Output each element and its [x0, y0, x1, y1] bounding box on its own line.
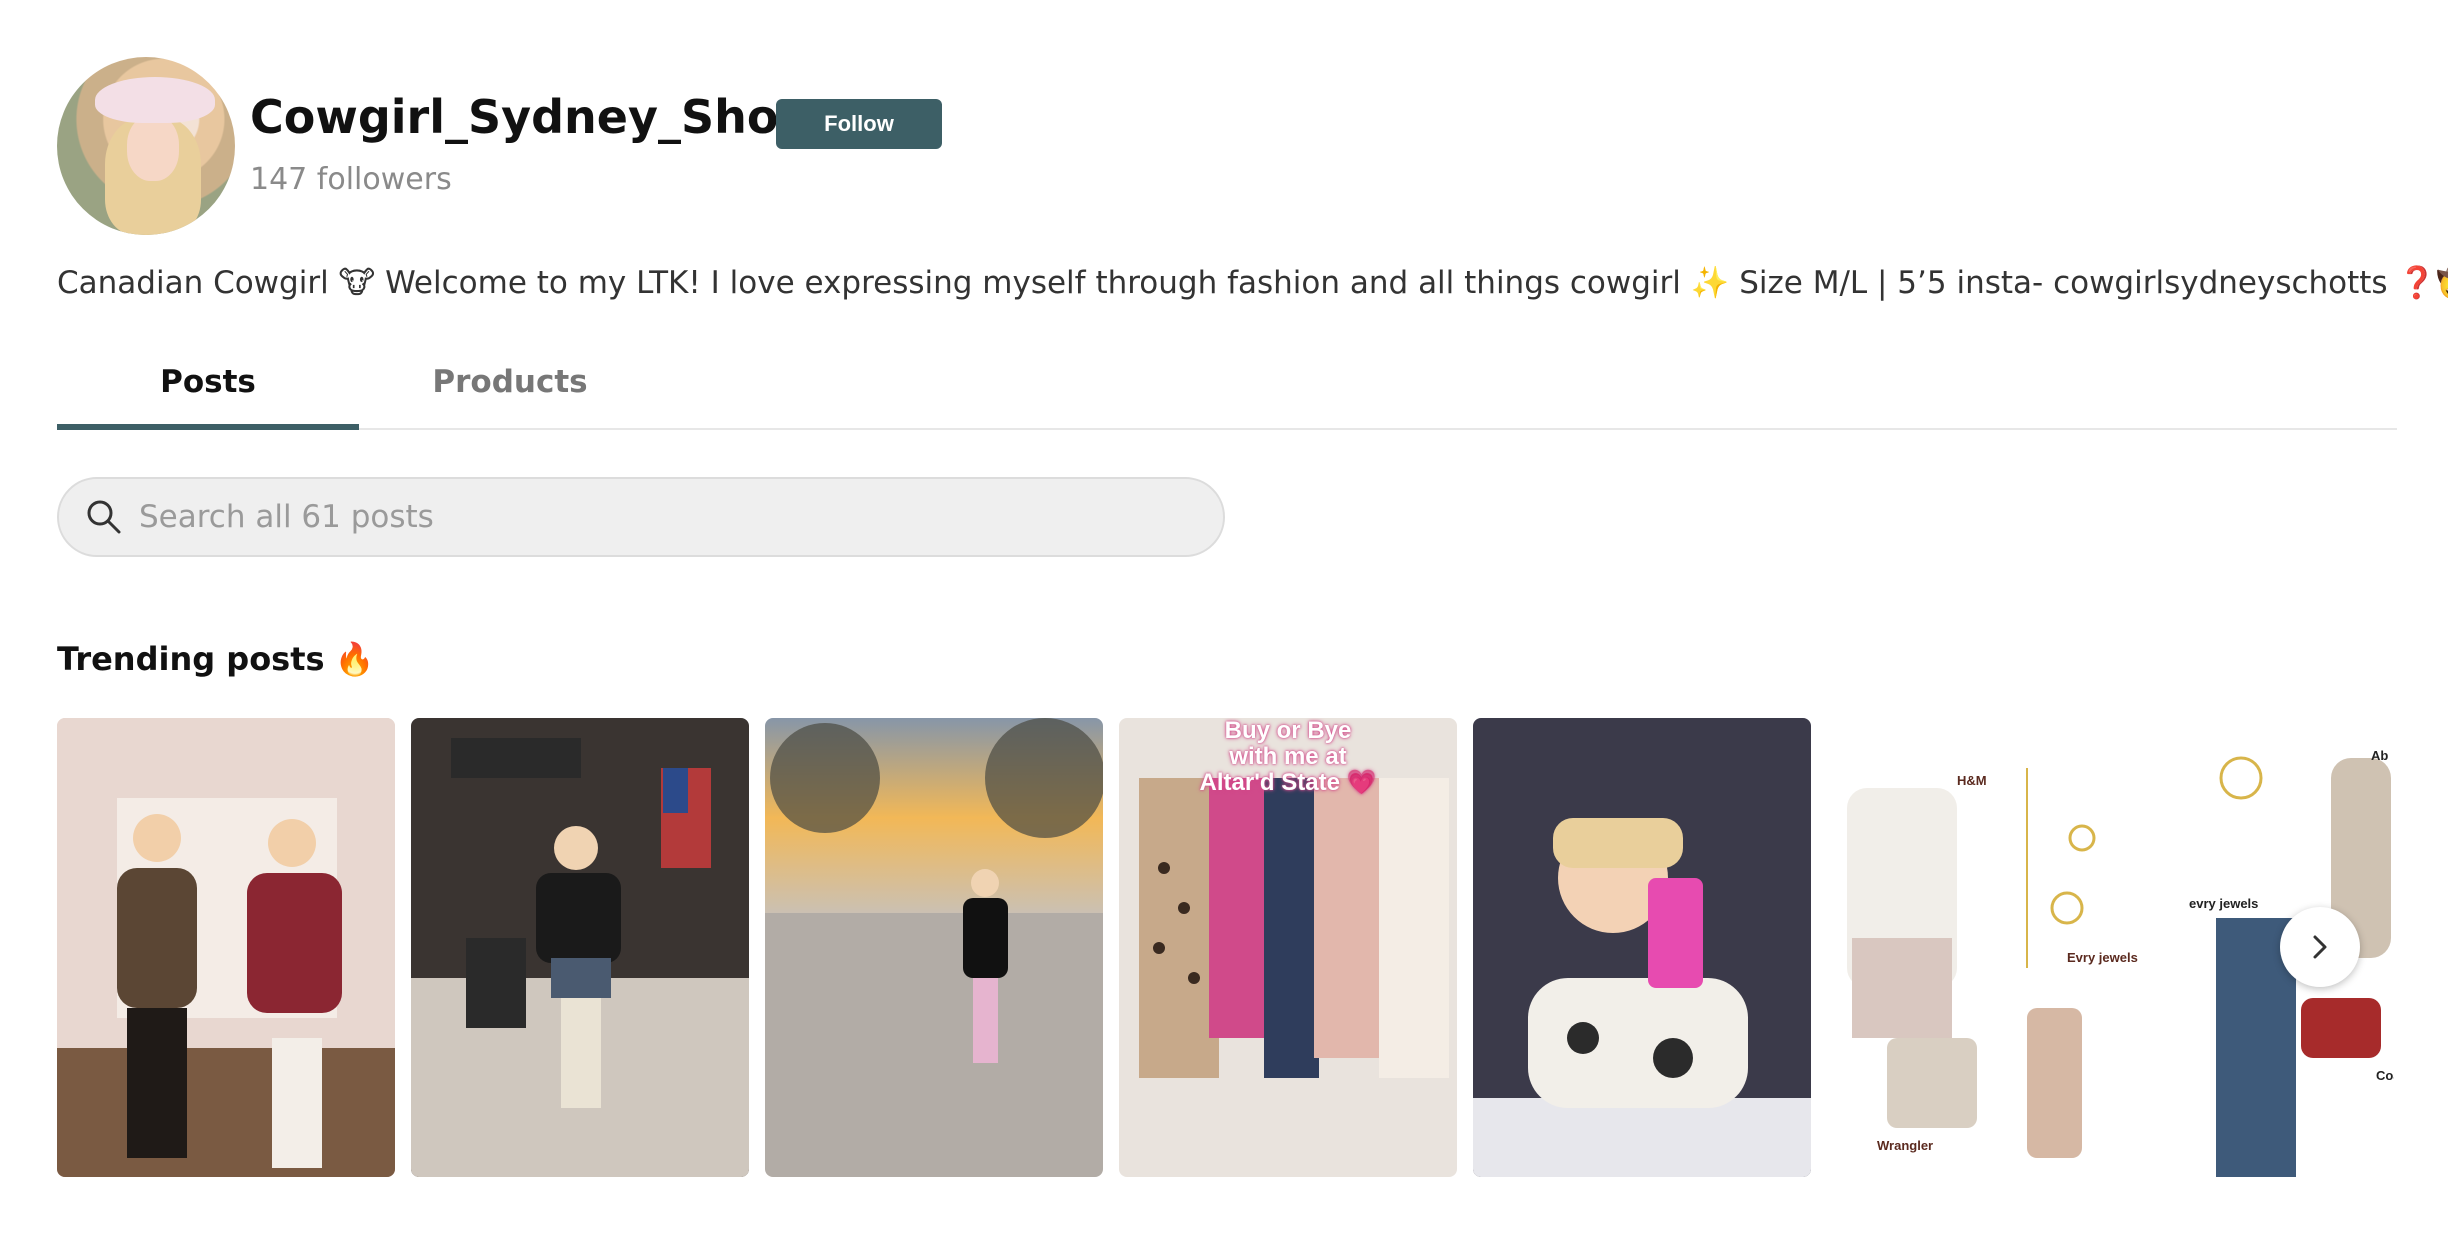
post-image: [1827, 718, 2165, 1177]
product-tag: Evry jewels: [2067, 950, 2138, 965]
product-tag: Coach: [2376, 1068, 2394, 1083]
avatar-face: [127, 115, 179, 181]
post-image: [1473, 718, 1811, 1177]
profile-bio: Canadian Cowgirl 🐮 Welcome to my LTK! I …: [57, 265, 2448, 301]
trending-title-text: Trending posts: [57, 640, 325, 678]
avatar[interactable]: [57, 57, 235, 235]
profile-name: Cowgirl_Sydney_Shop: [250, 90, 812, 144]
fire-icon: 🔥: [334, 640, 375, 678]
search-input[interactable]: [137, 498, 1141, 536]
post-card[interactable]: [57, 718, 395, 1177]
post-card[interactable]: [765, 718, 1103, 1177]
product-tag: H&M: [1957, 773, 1987, 788]
product-tag: Wrangler: [1877, 1138, 1934, 1153]
post-card[interactable]: [411, 718, 749, 1177]
follower-count: 147 followers: [250, 162, 452, 197]
product-tag: Ab: [2371, 748, 2389, 763]
post-image: [57, 718, 395, 1177]
follow-button[interactable]: Follow: [776, 99, 942, 149]
chevron-right-icon: [2313, 935, 2327, 959]
tab-bar: Posts Products: [57, 352, 2397, 430]
post-card[interactable]: [1473, 718, 1811, 1177]
post-image: [411, 718, 749, 1177]
tab-products[interactable]: Products: [359, 352, 661, 426]
profile-page: Cowgirl_Sydney_Shop Follow 147 followers…: [0, 0, 2448, 1246]
post-image: [765, 718, 1103, 1177]
trending-heading: Trending posts 🔥: [57, 640, 374, 678]
avatar-hat: [95, 77, 215, 123]
search-icon: [83, 496, 125, 538]
trending-carousel: Buy or Bye with me at Altar'd State 💗 H&…: [57, 718, 2394, 1178]
tab-posts[interactable]: Posts: [57, 352, 359, 430]
post-card[interactable]: H&M Evry jewels Wrangler: [1827, 718, 2165, 1177]
product-tag: evry jewels: [2189, 896, 2259, 911]
carousel-next-button[interactable]: [2280, 907, 2360, 987]
post-card[interactable]: Buy or Bye with me at Altar'd State 💗: [1119, 718, 1457, 1177]
post-overlay-text: Buy or Bye with me at Altar'd State 💗: [1199, 718, 1377, 796]
search-bar[interactable]: [57, 477, 1225, 557]
